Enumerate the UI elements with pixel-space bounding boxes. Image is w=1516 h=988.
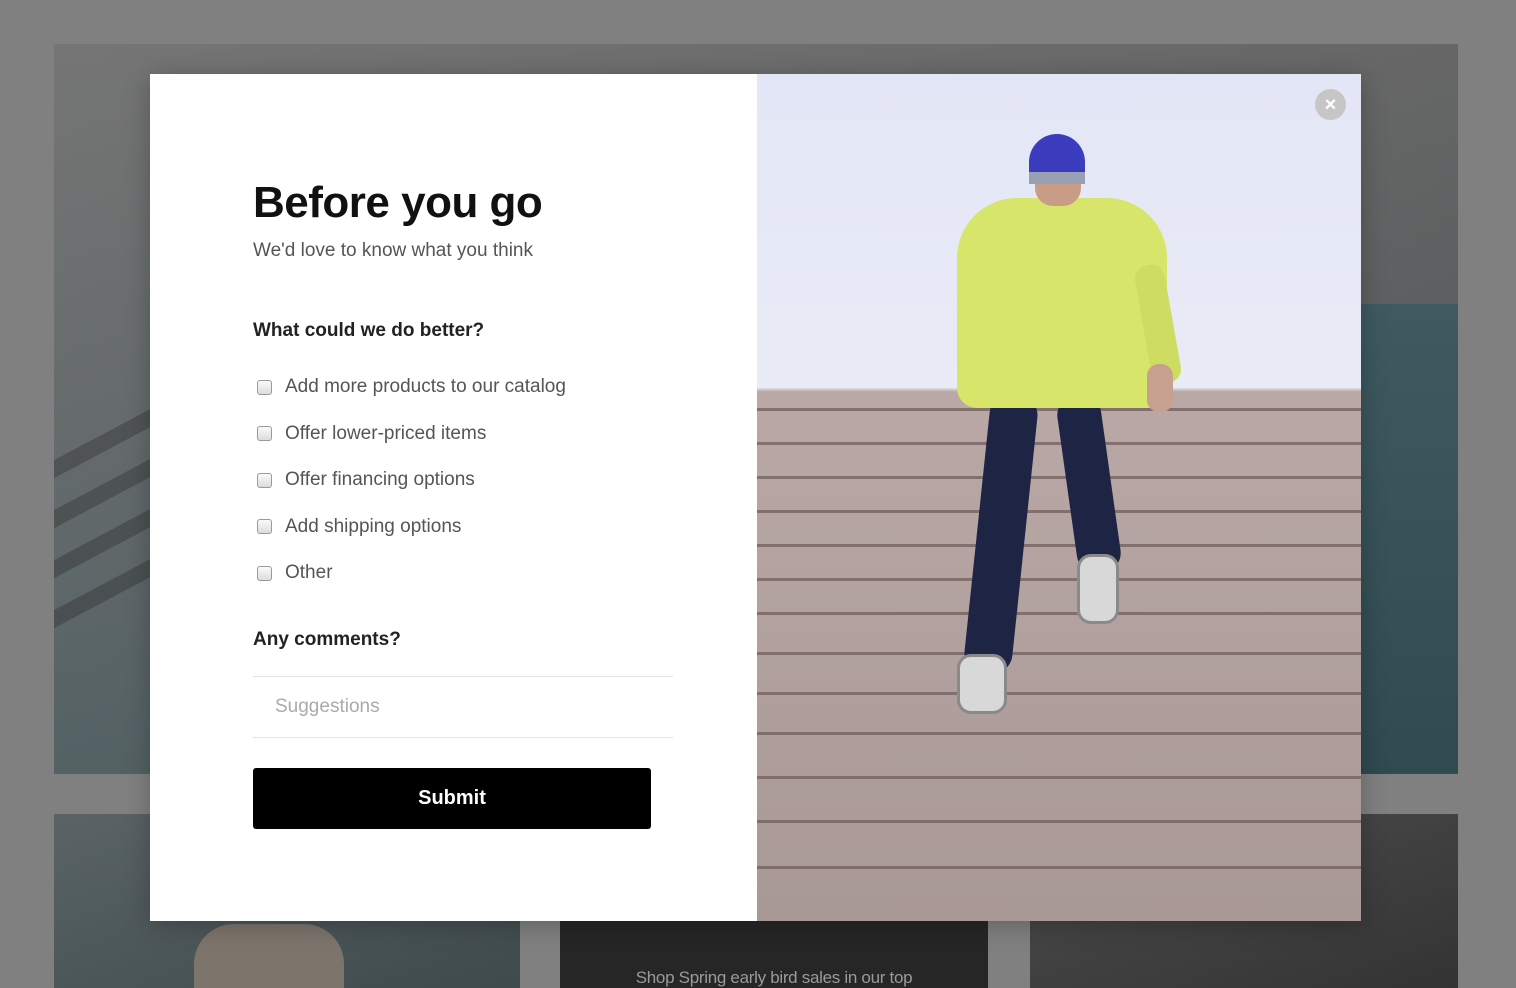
exit-survey-modal: Before you go We'd love to know what you… — [150, 74, 1361, 921]
option-shipping[interactable]: Add shipping options — [257, 504, 566, 551]
checkbox[interactable] — [257, 426, 272, 442]
comments-label: Any comments? — [253, 629, 401, 650]
person-image — [194, 924, 344, 988]
hero-photo: × — [757, 74, 1361, 921]
checkbox[interactable] — [257, 472, 272, 488]
checkbox[interactable] — [257, 379, 272, 395]
option-financing[interactable]: Offer financing options — [257, 457, 566, 504]
modal-title: Before you go — [253, 178, 543, 227]
option-label: Other — [285, 562, 333, 584]
option-add-products[interactable]: Add more products to our catalog — [257, 364, 566, 411]
options-list: Add more products to our catalog Offer l… — [257, 364, 566, 597]
option-label: Offer financing options — [285, 469, 475, 491]
option-label: Add shipping options — [285, 515, 462, 537]
promo-text: Shop Spring early bird sales in our top — [635, 968, 913, 987]
option-label: Offer lower-priced items — [285, 422, 487, 444]
modal-subtitle: We'd love to know what you think — [253, 240, 533, 261]
building-image — [1348, 304, 1458, 774]
option-other[interactable]: Other — [257, 550, 566, 597]
checkbox[interactable] — [257, 565, 272, 581]
option-label: Add more products to our catalog — [285, 376, 566, 398]
option-lower-priced[interactable]: Offer lower-priced items — [257, 411, 566, 458]
submit-button[interactable]: Submit — [253, 768, 651, 829]
checkbox[interactable] — [257, 519, 272, 535]
question-label: What could we do better? — [253, 320, 485, 341]
comments-input[interactable] — [253, 676, 673, 738]
survey-panel: Before you go We'd love to know what you… — [150, 74, 757, 921]
close-icon[interactable]: × — [1315, 89, 1346, 120]
runner-image — [947, 114, 1197, 714]
